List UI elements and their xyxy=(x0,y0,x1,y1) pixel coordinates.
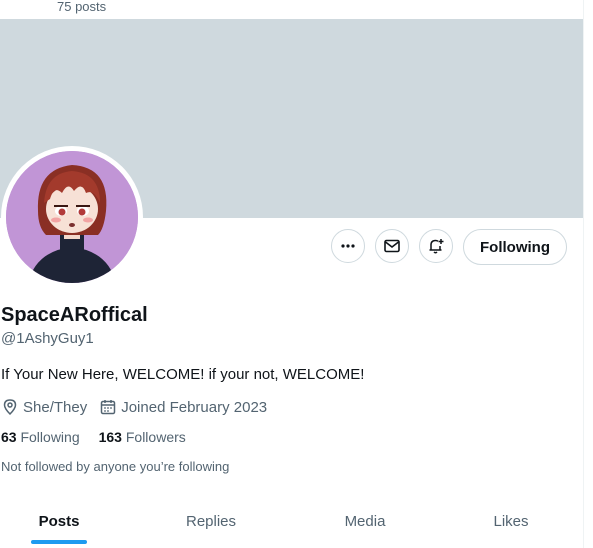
message-button[interactable] xyxy=(375,229,409,263)
tab-replies-label: Replies xyxy=(185,513,237,530)
tab-likes[interactable]: Likes xyxy=(452,505,570,548)
follow-stats: 63 Following 163 Followers xyxy=(1,429,205,445)
notifications-button[interactable] xyxy=(419,229,453,263)
profile-meta: She/They Joined February 2023 xyxy=(1,398,279,416)
ellipsis-icon xyxy=(341,244,355,248)
avatar-illustration xyxy=(6,151,138,283)
tab-media[interactable]: Media xyxy=(306,505,424,548)
location-pin-icon xyxy=(3,399,17,416)
followers-label: Followers xyxy=(125,429,186,445)
followed-by-note: Not followed by anyone you’re following xyxy=(1,459,230,474)
following-count: 63 xyxy=(1,429,17,445)
followers-stat[interactable]: 163 Followers xyxy=(99,429,186,445)
display-name: SpaceARoffical xyxy=(1,304,148,326)
profile-tabs: Posts Replies Media Likes xyxy=(0,505,583,548)
user-handle: @1AshyGuy1 xyxy=(1,330,94,347)
following-label: Following xyxy=(20,429,80,445)
bell-plus-icon xyxy=(429,239,444,254)
tab-likes-label: Likes xyxy=(493,513,529,530)
followers-count: 163 xyxy=(98,429,122,445)
pronouns-text: She/They xyxy=(23,398,88,416)
following-stat[interactable]: 63 Following xyxy=(1,429,80,445)
pronouns-item: She/They xyxy=(1,398,87,416)
more-options-button[interactable] xyxy=(331,229,365,263)
column-divider xyxy=(583,0,584,548)
following-button[interactable]: Following xyxy=(463,229,567,265)
tab-posts-label: Posts xyxy=(38,513,80,530)
tab-media-label: Media xyxy=(344,513,386,530)
tab-replies[interactable]: Replies xyxy=(152,505,270,548)
joined-text: Joined February 2023 xyxy=(121,398,268,416)
active-tab-indicator xyxy=(31,540,87,544)
profile-bio: If Your New Here, WELCOME! if your not, … xyxy=(1,366,365,383)
envelope-icon xyxy=(384,239,400,253)
calendar-icon xyxy=(100,400,116,415)
avatar[interactable] xyxy=(6,151,138,283)
joined-item: Joined February 2023 xyxy=(99,398,267,416)
avatar-frame xyxy=(1,146,143,288)
posts-count: 75 posts xyxy=(57,0,107,14)
